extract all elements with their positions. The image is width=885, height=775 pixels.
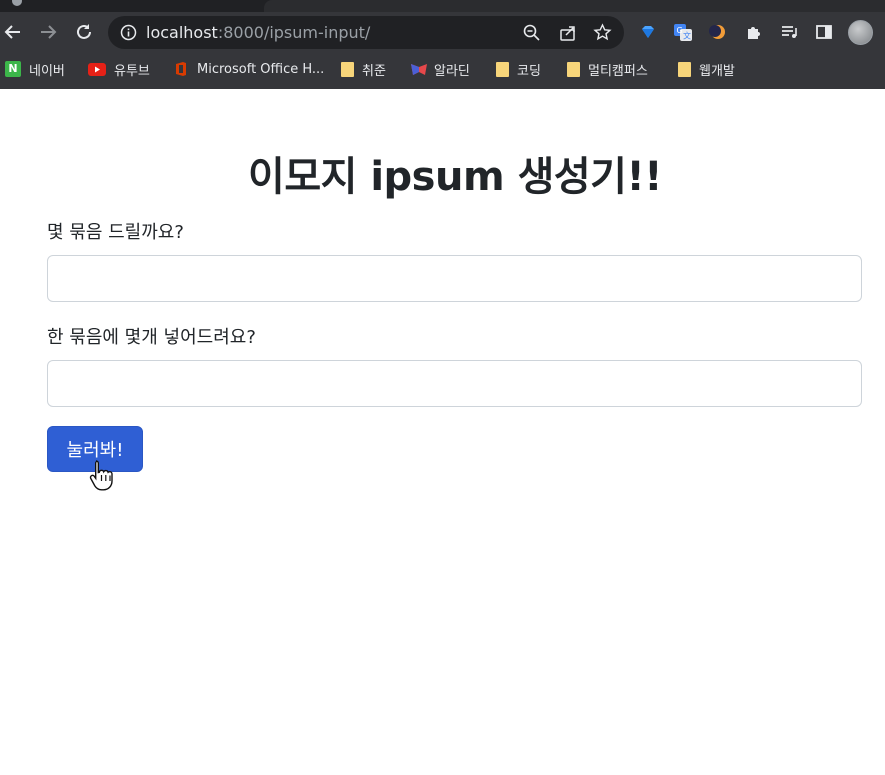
items-per-bundle-label: 한 묶음에 몇개 넣어드려요? [47,327,256,348]
bookmark-aladin[interactable]: 알라딘 [410,56,470,82]
naver-icon: N [5,61,21,77]
browser-chrome: localhost:8000/ipsum-input/ G文 N 네이버 유투브 [0,0,885,89]
hand-cursor-icon [89,460,113,491]
folder-icon [341,61,354,77]
page-title: 이모지 ipsum 생성기!! [248,154,662,200]
translate-extension-icon[interactable]: G文 [671,20,695,44]
svg-text:G: G [677,26,683,35]
side-panel-icon[interactable] [812,20,836,44]
extensions-puzzle-icon[interactable] [742,20,766,44]
youtube-icon [88,62,106,76]
bookmark-label: 네이버 [29,63,65,79]
bookmark-folder-webdev[interactable]: 웹개발 [678,56,735,82]
address-bar[interactable]: localhost:8000/ipsum-input/ [108,16,624,49]
profile-avatar[interactable] [848,20,873,45]
folder-icon [496,61,509,77]
bookmark-label: 코딩 [517,63,541,79]
star-icon[interactable] [593,23,612,42]
url-host: localhost [146,23,218,42]
office-icon [173,61,189,77]
gem-extension-icon[interactable] [636,20,660,44]
info-icon[interactable] [120,24,137,41]
share-icon[interactable] [558,23,577,42]
url-path: :8000/ipsum-input/ [217,23,371,42]
reload-icon [77,24,91,39]
bookmark-label: 알라딘 [434,63,470,79]
bundle-count-label: 몇 묶음 드릴까요? [47,222,184,243]
tab-edge[interactable] [264,0,885,12]
bookmark-folder-coding[interactable]: 코딩 [496,56,541,82]
zoom-icon[interactable] [522,23,541,42]
bookmark-youtube[interactable]: 유투브 [88,56,150,82]
url-text[interactable]: localhost:8000/ipsum-input/ [146,23,370,42]
forward-button[interactable] [35,19,61,45]
page-content: 이모지 ipsum 생성기!! 몇 묶음 드릴까요? 한 묶음에 몇개 넣어드려… [0,89,885,775]
folder-icon [678,61,691,77]
back-button[interactable] [0,19,26,45]
bookmark-label: 웹개발 [699,63,735,79]
bookmark-label: Microsoft Office H... [197,61,325,77]
bookmark-label: 유투브 [114,63,150,79]
items-per-bundle-input[interactable] [47,360,862,407]
reading-list-icon[interactable] [777,20,801,44]
bookmark-label: 취준 [362,63,386,79]
moon-extension-icon[interactable] [706,20,730,44]
bookmark-naver[interactable]: N 네이버 [5,56,65,82]
svg-text:文: 文 [683,31,691,41]
bookmark-label: 멀티캠퍼스 [588,63,648,79]
folder-icon [567,61,580,77]
tab-strip [0,0,885,12]
back-arrow-icon [4,25,20,39]
reload-button[interactable] [71,19,97,45]
bookmark-office[interactable]: Microsoft Office H... [173,56,324,82]
aladin-icon [410,61,427,77]
bundle-count-input[interactable] [47,255,862,302]
bookmarks-bar: N 네이버 유투브 Microsoft Office H... 취준 알라딘 코… [0,56,885,82]
forward-arrow-icon [41,25,57,39]
tab-favicon [12,0,22,6]
bookmark-folder-multicampus[interactable]: 멀티캠퍼스 [567,56,648,82]
bookmark-folder-jobs[interactable]: 취준 [341,56,386,82]
